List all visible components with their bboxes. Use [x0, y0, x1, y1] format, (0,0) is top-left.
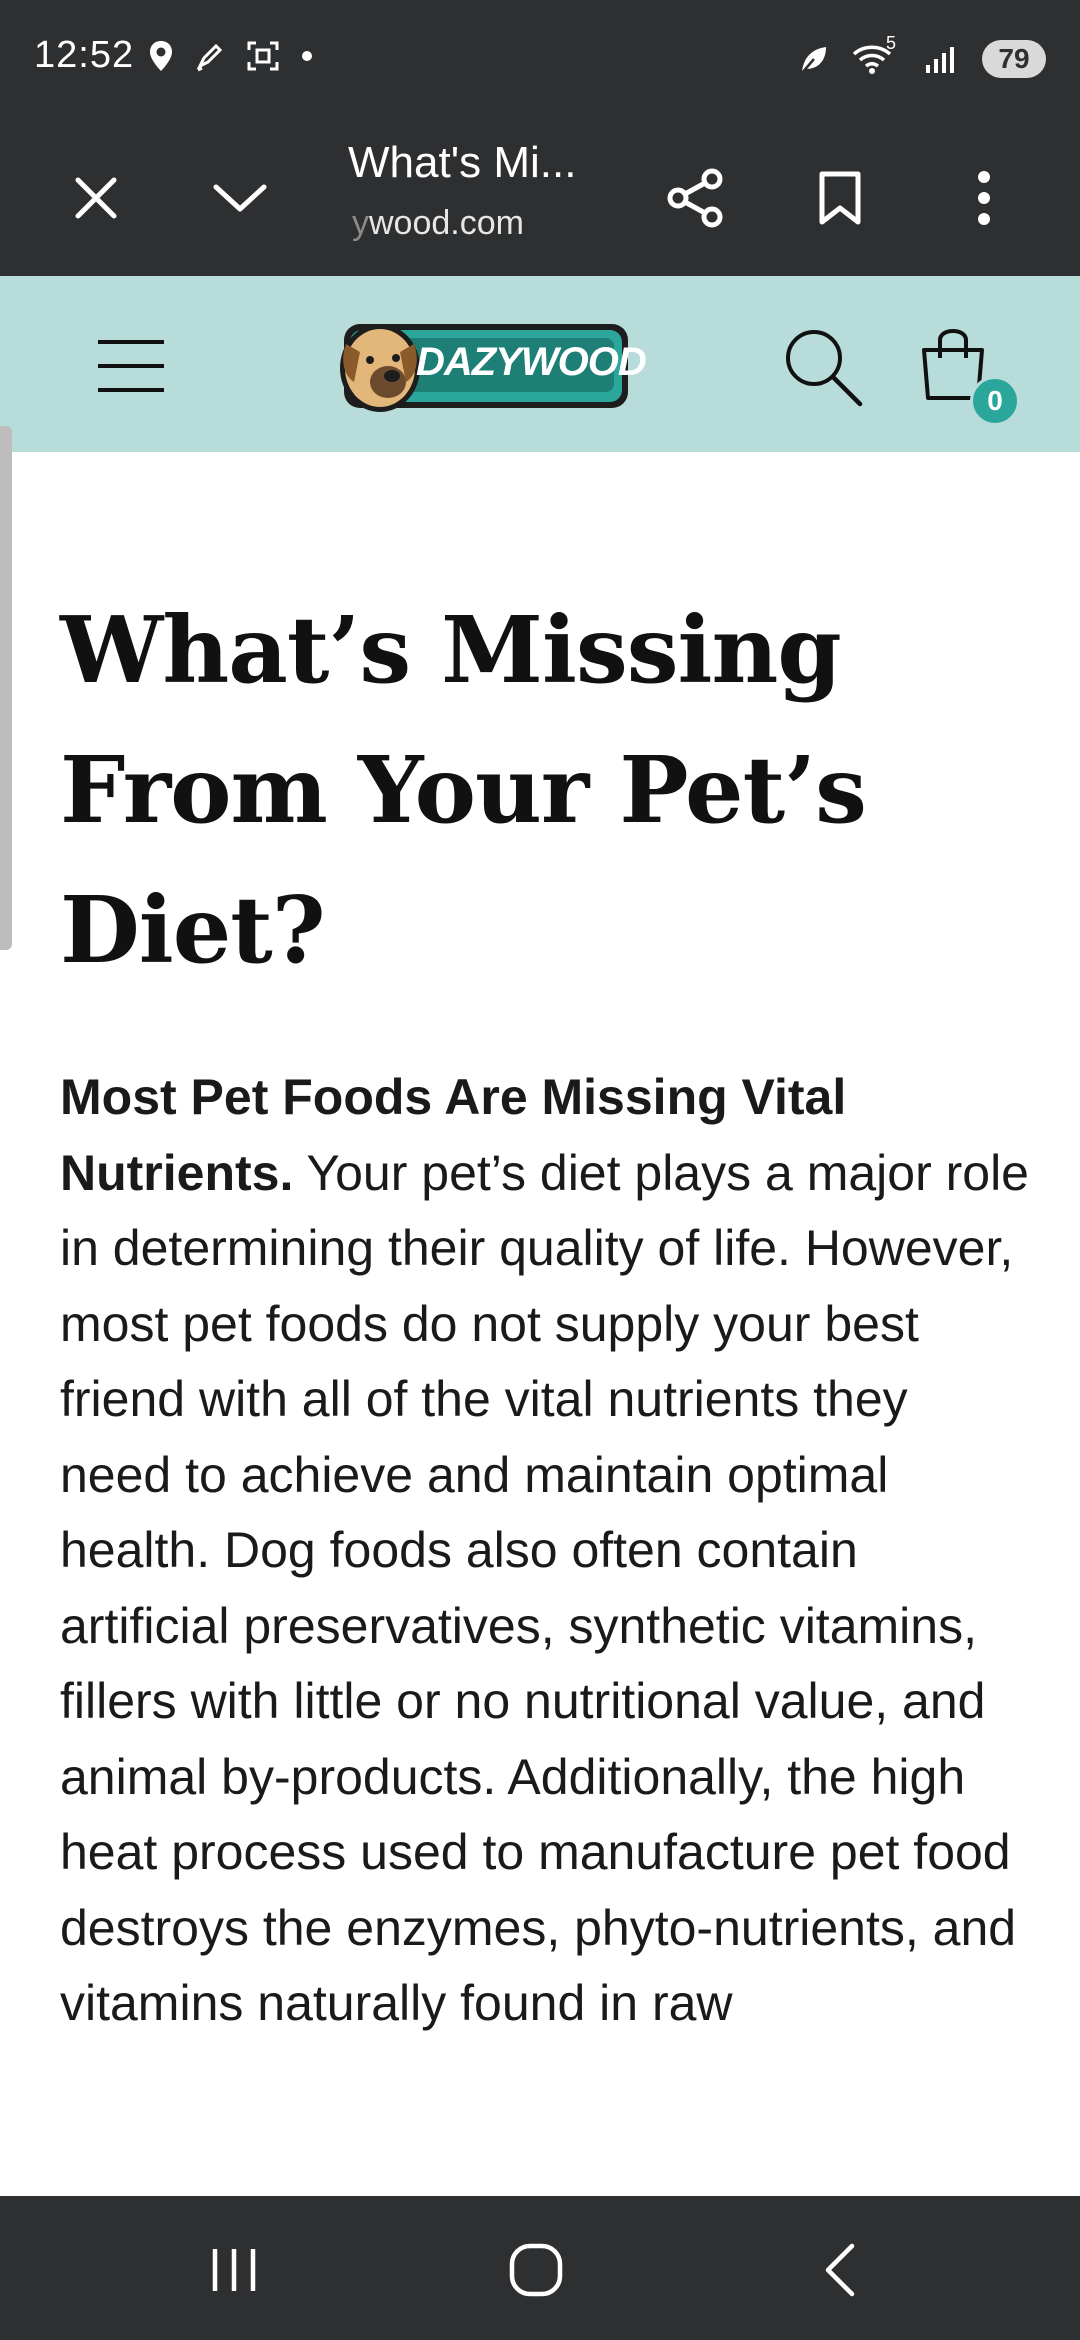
- bookmark-button[interactable]: [802, 160, 878, 236]
- share-button[interactable]: [658, 160, 734, 236]
- page-url-prefix: y: [352, 204, 369, 242]
- cart-button[interactable]: 0: [918, 320, 1022, 430]
- minimize-button[interactable]: [202, 160, 278, 236]
- site-header: DAZYWOOD 0: [0, 276, 1080, 452]
- close-tab-button[interactable]: [58, 160, 134, 236]
- back-button[interactable]: [800, 2230, 880, 2310]
- menu-line: [98, 388, 164, 392]
- bookmark-icon: [819, 171, 861, 225]
- scroll-indicator[interactable]: [0, 426, 12, 950]
- system-navigation-bar: [0, 2196, 1080, 2340]
- site-logo[interactable]: DAZYWOOD: [330, 316, 647, 416]
- network-type-label: 5: [885, 33, 896, 53]
- search-icon: [786, 330, 863, 407]
- cell-signal-icon: [926, 47, 954, 73]
- close-icon: [75, 177, 117, 219]
- more-vertical-icon: [978, 171, 990, 225]
- page-title: What's Mi...: [348, 138, 577, 187]
- page-url-domain: wood.com: [369, 204, 524, 242]
- more-options-button[interactable]: [946, 160, 1022, 236]
- status-bar: 12:52 5 79: [0, 0, 1080, 120]
- chevron-down-icon: [213, 184, 267, 212]
- battery-indicator: 79: [982, 40, 1046, 78]
- recent-apps-icon: [212, 2249, 256, 2291]
- status-time: 12:52: [34, 34, 135, 76]
- recent-apps-button[interactable]: [194, 2230, 274, 2310]
- article-body: Most Pet Foods Are Missing Vital Nutrien…: [60, 1060, 1030, 2042]
- article-body-text: Your pet’s diet plays a major role in de…: [60, 1144, 1029, 2032]
- back-icon: [825, 2243, 855, 2297]
- logo-text: DAZYWOOD: [416, 340, 647, 384]
- menu-line: [98, 340, 164, 344]
- article-title: What’s Missing From Your Pet’s Diet?: [60, 596, 867, 984]
- status-notification-icons: [148, 40, 314, 72]
- menu-button[interactable]: [98, 334, 168, 398]
- page-url: ywood.com: [352, 204, 524, 243]
- dot-icon: [302, 51, 312, 61]
- location-pin-icon: [150, 41, 172, 71]
- browser-toolbar: What's Mi... ywood.com: [0, 120, 1080, 276]
- status-system-icons: 5 79: [798, 33, 1046, 78]
- home-icon: [509, 2243, 563, 2297]
- home-button[interactable]: [496, 2230, 576, 2310]
- leaf-icon: [801, 47, 826, 74]
- cart-count-badge: 0: [970, 376, 1020, 426]
- search-button[interactable]: [782, 326, 864, 408]
- screenshot-icon: [247, 41, 279, 71]
- menu-line: [98, 364, 164, 368]
- share-icon: [667, 168, 723, 228]
- pen-icon: [196, 43, 223, 72]
